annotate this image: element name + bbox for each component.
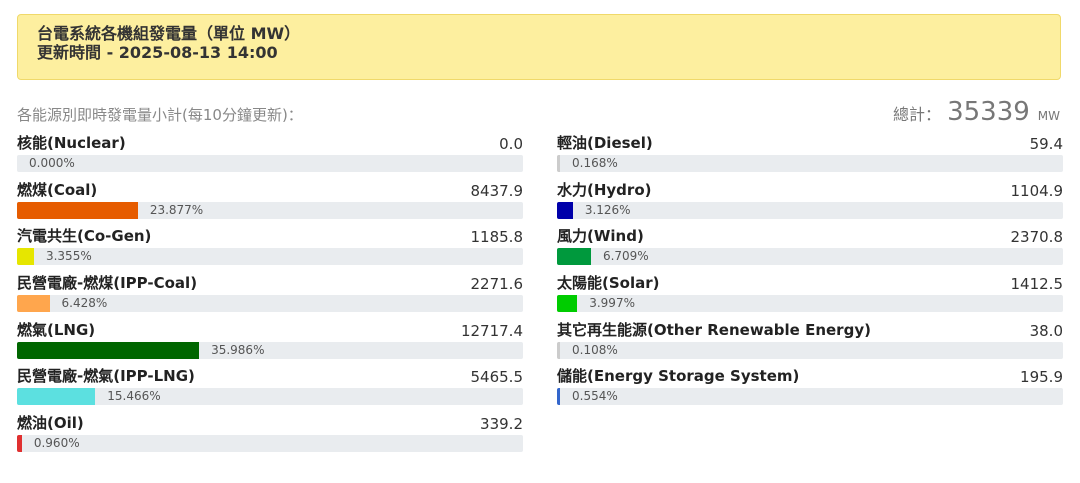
progress-track: 0.108% [557, 341, 1063, 359]
progress-track: 35.986% [17, 341, 523, 359]
percent-label: 15.466% [107, 389, 161, 404]
progress-track: 23.877% [17, 201, 523, 219]
energy-value: 2370.8 [1010, 228, 1064, 247]
energy-row: 輕油(Diesel) 59.4 0.168% [557, 130, 1063, 177]
progress-fill [17, 341, 200, 359]
energy-value: 12717.4 [460, 321, 523, 340]
energy-value: 59.4 [1029, 135, 1063, 153]
energy-name: 汽電共生(Co-Gen) [17, 227, 152, 246]
energy-row: 汽電共生(Co-Gen) 1185.8 3.355% [17, 223, 523, 270]
page-title: 台電系統各機組發電量（單位 MW） [37, 24, 301, 43]
energy-row: 水力(Hydro) 1104.9 3.126% [557, 177, 1063, 224]
energy-row: 核能(Nuclear) 0.0 0.000% [17, 130, 523, 177]
progress-fill [557, 295, 578, 313]
section-subtitle: 各能源別即時發電量小計(每10分鐘更新)： [17, 106, 303, 124]
percent-label: 0.000% [29, 156, 75, 170]
progress-track: 0.960% [17, 435, 523, 453]
total-unit: MW [1037, 109, 1060, 123]
total-summary: 總計： 35339 MW [893, 97, 1060, 127]
energy-row: 儲能(Energy Storage System) 195.9 0.554% [557, 363, 1063, 410]
energy-name: 輕油(Diesel) [557, 134, 653, 152]
total-value: 35339 [947, 97, 1030, 127]
total-label: 總計： [893, 105, 942, 124]
update-time: 更新時間 - 2025-08-13 14:00 [37, 43, 278, 62]
energy-name: 燃氣(LNG) [17, 320, 96, 339]
progress-fill [17, 248, 34, 266]
energy-row: 燃油(Oil) 339.2 0.960% [17, 410, 523, 457]
power-generation-page: 台電系統各機組發電量（單位 MW） 更新時間 - 2025-08-13 14:0… [0, 0, 1080, 483]
energy-name: 核能(Nuclear) [17, 134, 126, 152]
percent-label: 3.126% [584, 202, 631, 217]
percent-label: 0.108% [572, 342, 618, 357]
progress-fill [557, 248, 591, 266]
percent-label: 3.355% [45, 249, 92, 264]
progress-track: 3.355% [17, 248, 523, 266]
energy-name: 水力(Hydro) [557, 180, 652, 199]
energy-name: 風力(Wind) [557, 227, 644, 246]
progress-fill [17, 435, 22, 453]
progress-track: 0.168% [557, 155, 1063, 172]
progress-track: 3.997% [557, 295, 1063, 313]
energy-name: 燃煤(Coal) [17, 180, 98, 199]
header-banner: 台電系統各機組發電量（單位 MW） 更新時間 - 2025-08-13 14:0… [17, 14, 1061, 80]
progress-track: 6.709% [557, 248, 1063, 266]
energy-name: 儲能(Energy Storage System) [557, 367, 800, 386]
progress-track: 15.466% [17, 388, 523, 406]
energy-row: 風力(Wind) 2370.8 6.709% [557, 223, 1063, 270]
percent-label: 0.554% [572, 389, 618, 404]
energy-row: 太陽能(Solar) 1412.5 3.997% [557, 270, 1063, 317]
progress-track: 0.554% [557, 388, 1063, 406]
progress-track: 6.428% [17, 295, 523, 313]
energy-list-right: 輕油(Diesel) 59.4 0.168% 水力(Hydro) 1104.9 3.… [557, 130, 1063, 410]
energy-name: 燃油(Oil) [17, 414, 84, 433]
energy-row: 燃氣(LNG) 12717.4 35.986% [17, 317, 523, 364]
percent-label: 0.168% [572, 156, 618, 170]
energy-name: 太陽能(Solar) [557, 274, 660, 293]
energy-value: 339.2 [480, 415, 523, 434]
progress-fill [17, 295, 50, 313]
percent-label: 35.986% [211, 342, 265, 357]
energy-row: 其它再生能源(Other Renewable Energy) 38.0 0.108… [557, 317, 1063, 364]
progress-track: 0.000% [17, 155, 523, 172]
energy-name: 其它再生能源(Other Renewable Energy) [557, 320, 871, 339]
progress-fill [557, 341, 560, 359]
percent-label: 6.709% [602, 249, 649, 264]
energy-name: 民營電廠-燃煤(IPP-Coal) [17, 274, 198, 293]
progress-track: 3.126% [557, 201, 1063, 219]
energy-value: 0.0 [499, 135, 523, 153]
energy-value: 8437.9 [470, 181, 524, 200]
energy-value: 38.0 [1029, 321, 1063, 340]
progress-fill [557, 388, 560, 406]
energy-value: 1185.8 [470, 228, 524, 247]
energy-row: 民營電廠-燃煤(IPP-Coal) 2271.6 6.428% [17, 270, 523, 317]
progress-fill [17, 388, 96, 406]
energy-value: 1412.5 [1010, 275, 1064, 294]
energy-value: 5465.5 [470, 368, 524, 387]
energy-value: 195.9 [1020, 368, 1063, 387]
progress-fill [17, 201, 138, 219]
percent-label: 3.997% [589, 296, 635, 311]
percent-label: 23.877% [149, 202, 204, 217]
progress-fill [557, 155, 560, 172]
energy-row: 燃煤(Coal) 8437.9 23.877% [17, 177, 523, 224]
energy-row: 民營電廠-燃氣(IPP-LNG) 5465.5 15.466% [17, 363, 523, 410]
percent-label: 0.960% [33, 436, 80, 451]
progress-fill [557, 201, 573, 219]
energy-value: 1104.9 [1010, 181, 1064, 200]
energy-name: 民營電廠-燃氣(IPP-LNG) [17, 367, 195, 386]
energy-value: 2271.6 [470, 275, 524, 294]
energy-list-left: 核能(Nuclear) 0.0 0.000% 燃煤(Coal) 8437.9 23.… [17, 130, 523, 457]
percent-label: 6.428% [61, 296, 108, 311]
